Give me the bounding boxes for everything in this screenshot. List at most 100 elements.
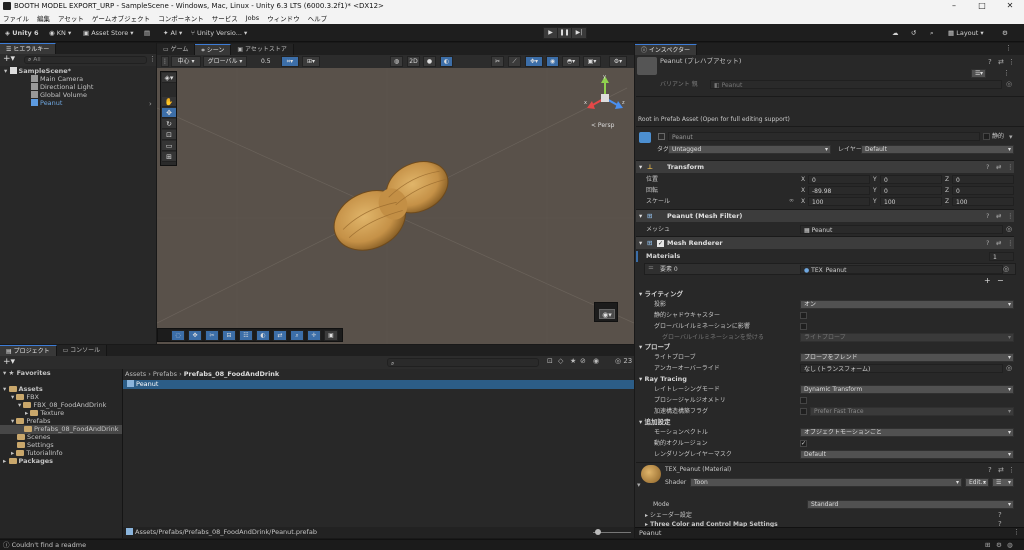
tab-game[interactable]: ▭ ゲーム xyxy=(157,44,196,55)
hierarchy-search-input[interactable]: ⌕ All xyxy=(24,56,147,64)
help-icon[interactable]: ? xyxy=(986,237,989,249)
rotation-x[interactable]: -89.98 xyxy=(808,186,870,195)
motion-vectors-dropdown[interactable]: オブジェクトモーションごと xyxy=(800,428,1014,437)
static-checkbox[interactable] xyxy=(983,133,990,140)
presets-icon[interactable]: ⇄ xyxy=(998,466,1004,474)
hand-tool-icon[interactable]: ✋ xyxy=(162,97,176,107)
presets-icon[interactable]: ⇄ xyxy=(996,237,1001,249)
move-tool-icon[interactable]: ✥ xyxy=(162,108,176,118)
visibility-icon[interactable]: ◉ xyxy=(546,56,559,67)
rt-mode-dropdown[interactable]: Dynamic Transform xyxy=(800,385,1014,394)
history-icon[interactable]: ↺ xyxy=(911,27,916,39)
label-icon[interactable]: ◇ xyxy=(558,357,563,365)
maximize-icon[interactable]: □ xyxy=(968,0,996,12)
visibility-icon[interactable]: ⊘ xyxy=(580,357,586,365)
rotation-z[interactable]: 0 xyxy=(952,186,1014,195)
list-icon[interactable]: ☷ xyxy=(239,330,253,341)
snap-value[interactable]: 0.5 xyxy=(261,57,271,66)
create-icon[interactable]: +▾ xyxy=(3,356,15,368)
package-icon[interactable]: ▤ xyxy=(144,27,150,39)
presets-icon[interactable]: ⇄ xyxy=(998,58,1004,66)
slider-handle[interactable] xyxy=(595,529,601,535)
shader-edit-button[interactable]: Edit... xyxy=(965,478,989,487)
version-control-dropdown[interactable]: ⑂ Unity Versio... ▾ xyxy=(191,27,247,39)
account-dropdown[interactable]: ◉ KN ▾ xyxy=(49,27,71,39)
move-icon[interactable]: ✛ xyxy=(307,330,321,341)
add-icon[interactable]: +▾ xyxy=(3,54,15,65)
menu-jobs[interactable]: Jobs xyxy=(246,14,259,22)
zoom-icon[interactable]: ⌕ xyxy=(290,330,304,341)
rendering-layer-mask-dropdown[interactable]: Default xyxy=(800,450,1014,459)
materials-count[interactable]: 1 xyxy=(989,252,1014,261)
help-icon[interactable]: ? xyxy=(988,58,992,66)
target-icon[interactable]: ◎ xyxy=(1006,364,1012,372)
orbit-icon[interactable]: ◌ xyxy=(171,330,185,341)
transform-header[interactable]: ▾ ⊥ Transform ? ⇄ ⋮ xyxy=(636,160,1014,173)
probes-section[interactable]: ▾ プローブ xyxy=(639,343,670,352)
tab-inspector[interactable]: ⓘ インスペクター xyxy=(635,44,698,55)
tree-item-packages[interactable]: ▸ Packages xyxy=(3,457,53,466)
shader-settings-label[interactable]: ▸ シェーダー設定 xyxy=(645,511,692,520)
rotation-y[interactable]: 0 xyxy=(880,186,942,195)
filter-icon[interactable]: ⊡ xyxy=(547,357,553,365)
target-icon[interactable]: ◎ xyxy=(1003,265,1009,273)
add-element-icon[interactable]: + xyxy=(984,276,991,285)
presets-icon[interactable]: ⇄ xyxy=(996,161,1001,173)
align-icon[interactable]: ⊟ xyxy=(222,330,236,341)
splitter[interactable] xyxy=(122,369,123,538)
transform-tool-icon[interactable]: ⊞ xyxy=(162,152,176,162)
pan-icon[interactable]: ✥ xyxy=(188,330,202,341)
shader-menu-button[interactable]: ☰ xyxy=(992,478,1014,487)
progress-icon[interactable]: ⊞ xyxy=(985,540,990,550)
help-icon[interactable]: ? xyxy=(986,210,989,222)
fx-icon[interactable]: ⟋ xyxy=(508,56,521,67)
tab-project[interactable]: ▤ プロジェクト xyxy=(0,345,57,356)
drag-handle-icon[interactable]: = xyxy=(648,264,654,272)
position-x[interactable]: 0 xyxy=(808,175,870,184)
help-icon[interactable]: ? xyxy=(988,466,992,474)
step-icon[interactable]: ▶| xyxy=(572,28,586,38)
menu-component[interactable]: コンポーネント xyxy=(158,13,204,23)
pause-icon[interactable]: ❚❚ xyxy=(558,28,572,38)
layout-dropdown[interactable]: ▦ Layout ▾ xyxy=(948,27,984,39)
project-search-input[interactable]: ⌕ xyxy=(387,358,539,367)
notifications-icon[interactable]: ◍ xyxy=(1007,540,1013,550)
accel-flags-dropdown[interactable]: Prefer Fast Trace xyxy=(810,407,1014,416)
link-icon[interactable]: ∞ xyxy=(789,197,794,204)
scene-view[interactable]: ◈▾ ✋ ✥ ↻ ⊡ ▭ ⊞ y x z < Persp ◉▾ ◌ ✥ ✂ ⊟ … xyxy=(157,68,634,344)
mode-dropdown[interactable]: Standard xyxy=(807,500,1014,509)
view-options-icon[interactable]: ◈▾ xyxy=(162,73,176,83)
more-menu-icon[interactable]: ⋮ xyxy=(149,54,156,65)
presets-icon[interactable]: ⇄ xyxy=(996,210,1001,222)
target-icon[interactable]: ◎ xyxy=(1006,225,1012,233)
settings-icon[interactable]: ⚙ xyxy=(1002,27,1008,39)
debug-icon[interactable]: ⚙ xyxy=(996,540,1002,550)
position-z[interactable]: 0 xyxy=(952,175,1014,184)
snap-icon[interactable]: ✂ xyxy=(205,330,219,341)
camera-settings-icon[interactable]: ◉▾ xyxy=(599,309,615,319)
tree-item-favorites[interactable]: ▾ ★ Favorites xyxy=(3,369,51,378)
space-dropdown[interactable]: グローバル ▾ xyxy=(203,56,247,67)
mesh-field[interactable]: ▦ Peanut xyxy=(800,225,1003,234)
procedural-geometry-checkbox[interactable] xyxy=(800,397,807,404)
static-shadow-checkbox[interactable] xyxy=(800,312,807,319)
chevron-right-icon[interactable]: › xyxy=(149,100,152,108)
menu-file[interactable]: ファイル xyxy=(3,13,29,23)
grid-icon[interactable]: ⊞▾ xyxy=(302,56,320,67)
grid-snap-icon[interactable]: ⌗▾ xyxy=(281,56,299,67)
menu-edit[interactable]: 編集 xyxy=(37,13,50,23)
search-icon[interactable]: ⌕ xyxy=(930,27,934,39)
menu-assets[interactable]: アセット xyxy=(58,13,84,23)
position-y[interactable]: 0 xyxy=(880,175,942,184)
more-menu-icon[interactable]: ⋮ xyxy=(1003,69,1010,77)
scale-z[interactable]: 100 xyxy=(952,197,1014,206)
draw-mode-icon[interactable]: ◍ xyxy=(390,56,403,67)
ai-dropdown[interactable]: ✦ AI ▾ xyxy=(163,27,182,39)
static-dropdown-icon[interactable]: ▾ xyxy=(1009,133,1013,141)
status-message[interactable]: Couldn't find a readme xyxy=(12,541,87,549)
lock-icon[interactable]: ⋮ xyxy=(1005,44,1012,52)
scene-settings-icon[interactable]: ⚙▾ xyxy=(609,56,627,67)
sphere-icon[interactable]: ◐ xyxy=(256,330,270,341)
additional-settings-section[interactable]: ▾ 追加設定 xyxy=(639,418,671,427)
anchor-override-field[interactable]: なし (トランスフォーム) xyxy=(800,364,1003,373)
